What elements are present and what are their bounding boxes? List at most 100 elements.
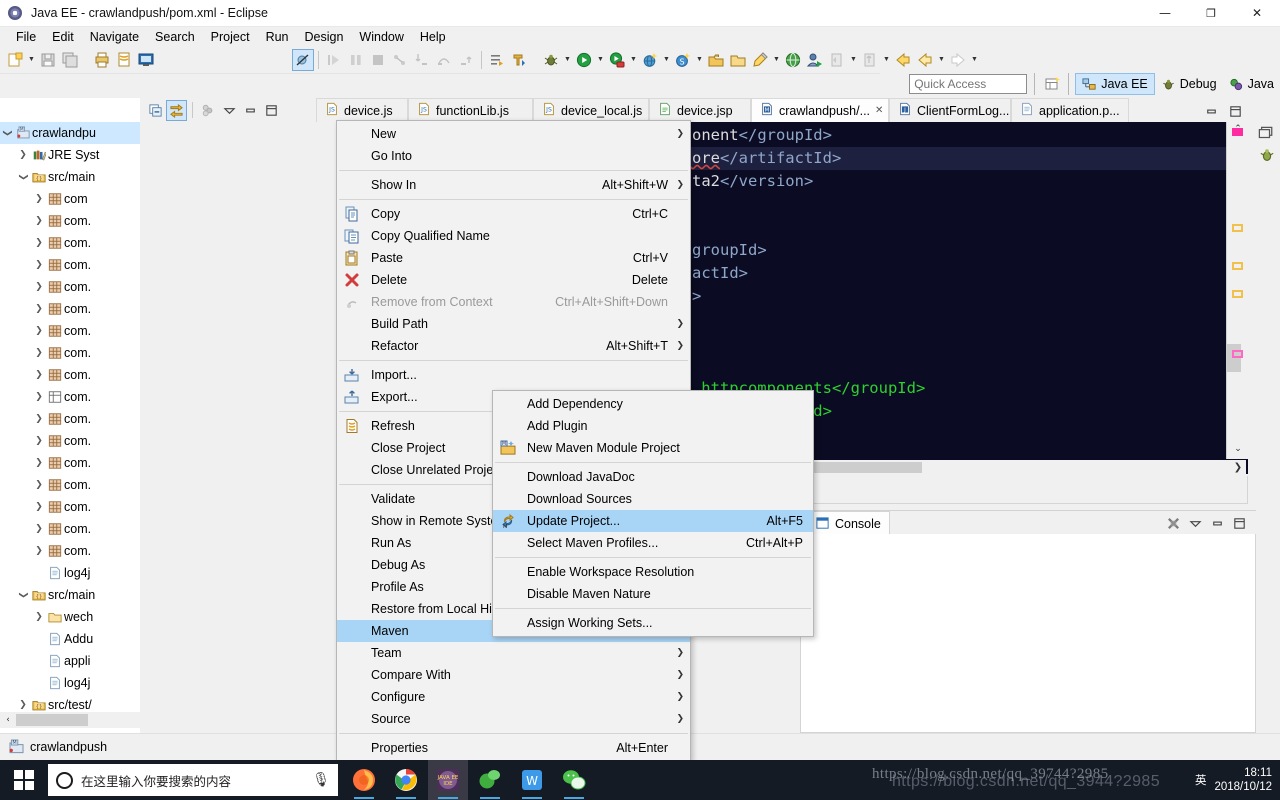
chevron-right-icon[interactable]: ❯ bbox=[32, 304, 46, 314]
scroll-left-arrow[interactable]: ‹ bbox=[0, 715, 16, 725]
chevron-right-icon[interactable]: ❯ bbox=[32, 348, 46, 358]
save-icon[interactable] bbox=[37, 49, 59, 71]
menu-item-team[interactable]: Team ❯ bbox=[337, 642, 690, 664]
taskbar-navicat-icon[interactable] bbox=[470, 760, 510, 800]
menu-item-delete[interactable]: Delete Delete bbox=[337, 269, 690, 291]
taskbar-eclipse-icon[interactable]: JAVA EE IDE bbox=[428, 760, 468, 800]
perspective-java-ee[interactable]: Java EE bbox=[1075, 73, 1155, 95]
chevron-right-icon[interactable]: ❯ bbox=[32, 370, 46, 380]
tree-item[interactable]: log4j bbox=[0, 562, 140, 584]
tree-item[interactable]: ❯ {} src/main bbox=[0, 166, 140, 188]
taskbar-wps-icon[interactable]: W bbox=[512, 760, 552, 800]
minimize-icon[interactable] bbox=[1206, 512, 1228, 534]
back-icon[interactable] bbox=[892, 49, 914, 71]
skip-all-breakpoints-icon[interactable] bbox=[292, 48, 314, 71]
minimize-button[interactable]: — bbox=[1142, 0, 1188, 27]
back-caret[interactable]: ▼ bbox=[936, 49, 947, 71]
menu-item-assign-working-sets[interactable]: Assign Working Sets... bbox=[493, 612, 813, 634]
chevron-down-icon[interactable]: ❯ bbox=[2, 126, 12, 140]
tree-item[interactable]: ❯ Mcrawlandpu bbox=[0, 122, 140, 144]
debug-view-icon[interactable] bbox=[1258, 146, 1276, 164]
menu-item-disable-maven-nature[interactable]: Disable Maven Nature bbox=[493, 583, 813, 605]
overview-ruler[interactable]: ⌃⌄ bbox=[1226, 122, 1248, 459]
editor-tab-4[interactable]: Mcrawlandpush/... ✕ bbox=[751, 98, 889, 122]
chevron-right-icon[interactable]: ❯ bbox=[32, 216, 46, 226]
menu-item-add-dependency[interactable]: Add Dependency bbox=[493, 393, 813, 415]
debug-icon[interactable] bbox=[540, 49, 562, 71]
view-menu-icon[interactable] bbox=[219, 100, 240, 121]
profile-icon[interactable] bbox=[804, 49, 826, 71]
menu-item-add-plugin[interactable]: Add Plugin bbox=[493, 415, 813, 437]
server-caret[interactable]: ▼ bbox=[694, 49, 705, 71]
tree-item[interactable]: ❯ {} src/test/ bbox=[0, 694, 140, 712]
run-caret[interactable]: ▼ bbox=[595, 49, 606, 71]
menu-run[interactable]: Run bbox=[258, 29, 297, 45]
save-all-icon[interactable] bbox=[59, 49, 81, 71]
menu-item-select-maven-profiles[interactable]: Select Maven Profiles... Ctrl+Alt+P bbox=[493, 532, 813, 554]
menu-window[interactable]: Window bbox=[351, 29, 411, 45]
restore-icon[interactable] bbox=[1256, 124, 1274, 142]
overview-marker[interactable] bbox=[1232, 350, 1243, 358]
menu-item-show-in[interactable]: Show In Alt+Shift+W ❯ bbox=[337, 174, 690, 196]
tree-item[interactable]: ❯ com. bbox=[0, 518, 140, 540]
menu-file[interactable]: File bbox=[8, 29, 44, 45]
chevron-right-icon[interactable]: ❯ bbox=[16, 700, 30, 710]
menu-item-download-sources[interactable]: Download Sources bbox=[493, 488, 813, 510]
editor-scroll-thumb[interactable] bbox=[812, 462, 922, 473]
menu-item-go-into[interactable]: Go Into bbox=[337, 145, 690, 167]
quick-access-input[interactable] bbox=[909, 74, 1028, 94]
tree-item[interactable]: ❯ wech bbox=[0, 606, 140, 628]
menu-item-update-project[interactable]: M Update Project... Alt+F5 bbox=[493, 510, 813, 532]
chevron-right-icon[interactable]: ❯ bbox=[32, 502, 46, 512]
chevron-right-icon[interactable]: ❯ bbox=[32, 260, 46, 270]
chevron-right-icon[interactable]: ❯ bbox=[32, 480, 46, 490]
menu-item-compare-with[interactable]: Compare With ❯ bbox=[337, 664, 690, 686]
new-wizard-icon[interactable] bbox=[4, 49, 26, 71]
prev-annotation-caret[interactable]: ▼ bbox=[848, 49, 859, 71]
menu-project[interactable]: Project bbox=[203, 29, 258, 45]
tree-item[interactable]: ❯ com. bbox=[0, 408, 140, 430]
tree-item[interactable]: log4j bbox=[0, 672, 140, 694]
tree-item[interactable]: ❯ com. bbox=[0, 298, 140, 320]
tree-item[interactable]: ❯ com. bbox=[0, 386, 140, 408]
perspective-debug[interactable]: Debug bbox=[1155, 73, 1223, 95]
menu-design[interactable]: Design bbox=[297, 29, 352, 45]
tree-item[interactable]: ❯ com. bbox=[0, 474, 140, 496]
menu-item-download-javadoc[interactable]: Download JavaDoc bbox=[493, 466, 813, 488]
editor-tab-2[interactable]: JS device_local.js bbox=[533, 98, 649, 122]
open-console-icon[interactable] bbox=[135, 49, 157, 71]
tree-horizontal-scrollbar[interactable]: ‹ bbox=[0, 712, 140, 728]
taskbar-clock[interactable]: 18:11 2018/10/12 bbox=[1214, 766, 1272, 794]
menu-search[interactable]: Search bbox=[147, 29, 203, 45]
maximize-button[interactable]: ❐ bbox=[1188, 0, 1234, 27]
chevron-right-icon[interactable]: ❯ bbox=[32, 326, 46, 336]
taskbar-firefox-icon[interactable] bbox=[344, 760, 384, 800]
tree-item[interactable]: ❯ com bbox=[0, 188, 140, 210]
tree-item[interactable]: ❯ com. bbox=[0, 276, 140, 298]
chevron-right-icon[interactable]: ❯ bbox=[32, 238, 46, 248]
run-on-server-icon[interactable] bbox=[606, 49, 628, 71]
chevron-down-icon[interactable]: ❯ bbox=[18, 170, 28, 184]
perspective-java[interactable]: Java bbox=[1223, 73, 1280, 95]
chevron-right-icon[interactable]: ❯ bbox=[16, 150, 30, 160]
open-resource-icon[interactable] bbox=[727, 49, 749, 71]
maven-submenu[interactable]: Add Dependency Add Plugin M New Maven Modul… bbox=[492, 390, 814, 637]
tree-item[interactable]: ❯ com. bbox=[0, 232, 140, 254]
project-tree[interactable]: ❯ Mcrawlandpu ❯ JRE Syst ❯{} src/main ❯ com ❯ com… bbox=[0, 122, 140, 712]
new-dropdown-caret[interactable]: ▼ bbox=[26, 49, 37, 71]
ime-indicator[interactable]: 英 bbox=[1195, 772, 1207, 788]
run-last-tool-icon[interactable] bbox=[486, 49, 508, 71]
forward-history-icon[interactable] bbox=[914, 49, 936, 71]
web-caret[interactable]: ▼ bbox=[661, 49, 672, 71]
menu-item-enable-workspace-resolution[interactable]: Enable Workspace Resolution bbox=[493, 561, 813, 583]
taskbar-chrome-icon[interactable] bbox=[386, 760, 426, 800]
overview-marker[interactable] bbox=[1232, 224, 1243, 232]
print-icon[interactable] bbox=[91, 49, 113, 71]
link-with-editor-icon[interactable] bbox=[166, 99, 187, 121]
new-server-icon[interactable]: S bbox=[672, 49, 694, 71]
maximize-icon[interactable] bbox=[1228, 512, 1250, 534]
console-output[interactable] bbox=[800, 534, 1256, 733]
tree-item[interactable]: Addu bbox=[0, 628, 140, 650]
menu-item-refactor[interactable]: Refactor Alt+Shift+T ❯ bbox=[337, 335, 690, 357]
tree-item[interactable]: ❯ com. bbox=[0, 254, 140, 276]
